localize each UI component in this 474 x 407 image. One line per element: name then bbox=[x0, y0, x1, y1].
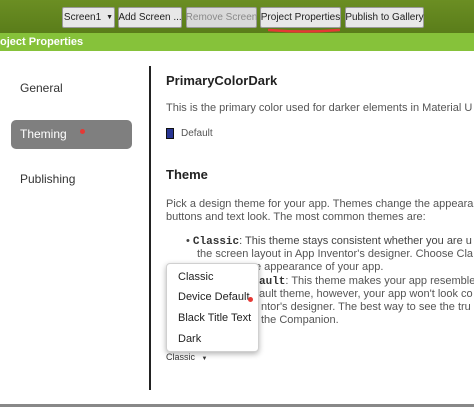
primary-dark-title: PrimaryColorDark bbox=[166, 73, 278, 88]
properties-panel: General Theming Publishing PrimaryColorD… bbox=[0, 51, 474, 407]
screen-select-label: Screen1 bbox=[63, 12, 102, 23]
theme-select[interactable]: Classic ▼ bbox=[166, 352, 207, 362]
default-line4: the Companion. bbox=[261, 314, 339, 326]
dialog-title: oject Properties bbox=[0, 33, 474, 51]
red-dot-annotation bbox=[80, 129, 85, 134]
primary-dark-value[interactable]: Default bbox=[181, 125, 213, 142]
theme-select-value: Classic bbox=[166, 352, 196, 362]
theme-option-dark[interactable]: Dark bbox=[178, 333, 201, 345]
publish-gallery-button[interactable]: Publish to Gallery bbox=[345, 7, 424, 28]
chevron-down-icon: ▼ bbox=[106, 14, 114, 21]
chevron-down-icon: ▼ bbox=[201, 356, 208, 362]
add-screen-button[interactable]: Add Screen ... bbox=[118, 7, 182, 28]
theme-desc-line2: buttons and text look. The most common t… bbox=[166, 211, 426, 223]
theme-dropdown-menu: Classic Device Default Black Title Text … bbox=[166, 263, 259, 352]
remove-screen-button[interactable]: Remove Screen bbox=[186, 7, 257, 28]
theme-title: Theme bbox=[166, 167, 208, 182]
theme-option-device-default[interactable]: Device Default bbox=[178, 291, 250, 303]
project-properties-button[interactable]: Project Properties bbox=[260, 7, 341, 28]
theme-option-black-title-text[interactable]: Black Title Text bbox=[178, 312, 251, 324]
nav-item-publishing[interactable]: Publishing bbox=[11, 165, 132, 194]
primary-dark-swatch[interactable] bbox=[166, 128, 174, 139]
red-dot-annotation-menu bbox=[248, 297, 253, 302]
nav-item-general[interactable]: General bbox=[11, 74, 132, 103]
top-toolbar: Screen1 ▼ Add Screen ... Remove Screen P… bbox=[0, 0, 474, 33]
theme-option-classic[interactable]: Classic bbox=[178, 271, 213, 283]
nav-item-theming[interactable]: Theming bbox=[11, 120, 132, 149]
primary-dark-description: This is the primary color used for darke… bbox=[166, 102, 473, 114]
bullet-icon: • bbox=[186, 235, 190, 247]
vertical-divider bbox=[149, 66, 151, 390]
screen-select-button[interactable]: Screen1 ▼ bbox=[62, 7, 115, 28]
